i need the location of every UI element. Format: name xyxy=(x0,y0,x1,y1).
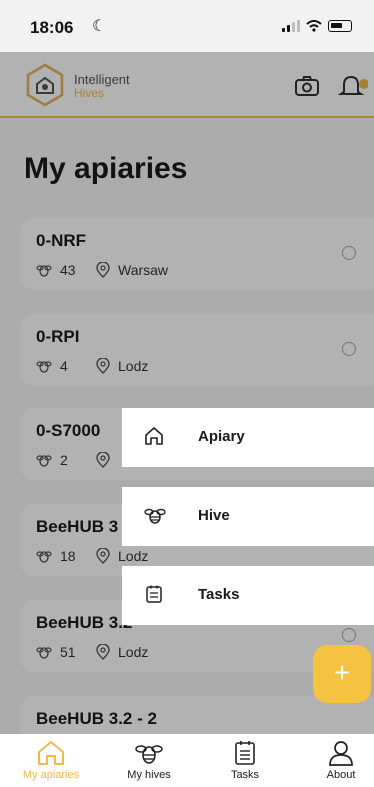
battery-icon xyxy=(328,20,352,32)
add-apiary-menu-item[interactable]: Apiary xyxy=(122,408,374,467)
nav-my-hives[interactable]: My hives xyxy=(104,740,194,781)
status-bar: 18:06 ☾ xyxy=(0,0,374,52)
nav-about[interactable]: About xyxy=(296,740,374,781)
nav-label: Tasks xyxy=(230,769,260,781)
nav-label: About xyxy=(326,769,356,781)
nav-my-apiaries[interactable]: My apiaries xyxy=(6,740,96,781)
status-time: 18:06 xyxy=(30,18,74,37)
app-screen: 18:06 ☾ Intelligent Hives My apiaries 0-… xyxy=(0,0,374,787)
bottom-navigation: My apiaries My hives Tasks About xyxy=(0,734,374,787)
add-fab-button[interactable]: + xyxy=(313,645,371,703)
bee-icon xyxy=(144,508,166,524)
home-icon xyxy=(145,427,163,445)
tasks-icon xyxy=(235,741,255,765)
moon-icon: ☾ xyxy=(92,18,107,35)
add-hive-menu-item[interactable]: Hive xyxy=(122,487,374,546)
wifi-icon xyxy=(306,20,322,32)
menu-label: Tasks xyxy=(198,586,240,603)
menu-label: Apiary xyxy=(198,428,245,445)
signal-icon xyxy=(282,20,300,32)
user-icon xyxy=(329,741,353,766)
nav-tasks[interactable]: Tasks xyxy=(200,740,290,781)
status-icons xyxy=(282,20,352,32)
home-icon xyxy=(38,741,64,765)
modal-backdrop[interactable] xyxy=(0,52,374,734)
menu-label: Hive xyxy=(198,507,230,524)
tasks-icon xyxy=(146,585,162,603)
bee-icon xyxy=(135,745,163,764)
add-task-menu-item[interactable]: Tasks xyxy=(122,566,374,625)
nav-label: My apiaries xyxy=(22,769,80,781)
nav-label: My hives xyxy=(127,769,171,781)
